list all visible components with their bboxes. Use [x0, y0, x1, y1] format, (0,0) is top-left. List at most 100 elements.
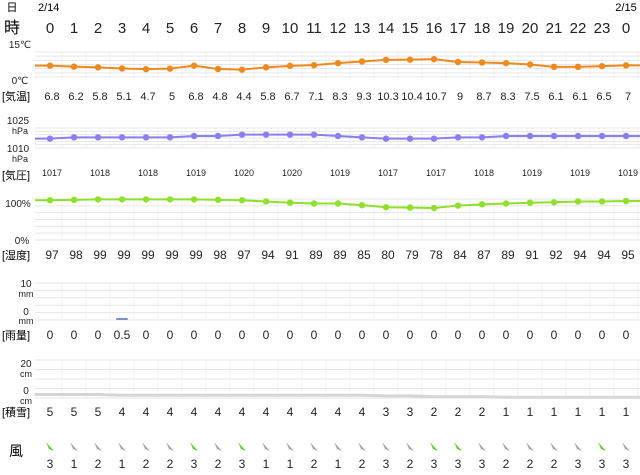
hour-tick-label: 22: [570, 20, 587, 37]
humidity-axis-top: 100%: [5, 199, 31, 210]
pressure-data-point: [598, 132, 606, 140]
temperature-data-point: [190, 62, 198, 69]
wind-arrow-icon: [286, 442, 294, 451]
pressure-value-label: 1017: [426, 168, 446, 178]
snow-value-label: 2: [431, 405, 438, 419]
pressure-value-label: 1019: [570, 168, 590, 178]
temperature-data-point: [142, 65, 150, 73]
wind-arrow-icon: [166, 442, 174, 451]
snow-value-label: 4: [287, 405, 294, 419]
temperature-value-label: 4.7: [140, 91, 155, 103]
temperature-data-point: [214, 65, 222, 73]
wind-arrow-icon: [358, 442, 366, 451]
wind-speed-label: 2: [407, 457, 414, 471]
wind-arrow-icon: [70, 442, 78, 451]
temperature-data-point: [598, 62, 606, 70]
pressure-panel: 1017 1018 1018 1019 1020 1020 1019 1017 1017 1018…: [7, 116, 640, 178]
humidity-data-point: [598, 198, 606, 205]
wind-arrow-icon: [526, 442, 534, 451]
hour-label: 時: [4, 19, 20, 37]
wind-arrow-icon: [502, 442, 510, 451]
humidity-data-point: [142, 196, 150, 203]
wind-arrow-icon: [334, 442, 342, 451]
humidity-data-point: [214, 196, 222, 204]
wind-speed-label: 3: [575, 457, 582, 471]
wind-arrow-icon: [262, 442, 270, 451]
snow-value-label: 4: [191, 405, 198, 419]
temperature-data-point: [334, 59, 342, 67]
rain-value-label: 0: [407, 328, 414, 342]
rain-value-label: 0: [479, 328, 486, 342]
rain-value-label: 0: [527, 328, 534, 342]
humidity-value-label: 97: [45, 248, 59, 262]
rain-value-label: 0: [47, 328, 54, 342]
humidity-data-point: [334, 200, 342, 207]
snow-value-label: 1: [575, 405, 582, 419]
humidity-value-label: 91: [525, 248, 539, 262]
temperature-value-label: 6.1: [572, 91, 587, 103]
rain-value-label: 0.5: [114, 328, 131, 342]
pressure-data-point: [550, 132, 558, 140]
pressure-value-label: 1019: [618, 168, 638, 178]
pressure-value-label: 1018: [474, 168, 494, 178]
snow-value-label: 5: [71, 405, 78, 419]
wind-arrow-icon: [598, 442, 606, 451]
rain-row-label: [雨量]: [2, 329, 30, 342]
humidity-value-label: 94: [597, 248, 611, 262]
humidity-value-label: 99: [189, 248, 203, 262]
rain-value-label: 0: [71, 328, 78, 342]
wind-speed-label: 2: [215, 457, 222, 471]
snow-value-label: 4: [263, 405, 270, 419]
temperature-data-point: [310, 61, 318, 69]
hour-tick-label: 15: [402, 20, 419, 37]
temp-row-label: [気温]: [2, 89, 30, 103]
humidity-value-label: 87: [477, 248, 491, 262]
humidity-value-label: 98: [69, 248, 83, 262]
humidity-panel: 97 98 99 99 99 99 99 98 97 94 91 89 89 85 80 79 78 84 87 89…: [5, 196, 640, 262]
pressure-value-label: 1020: [234, 168, 254, 178]
humidity-data-point: [46, 197, 54, 204]
hour-tick-label: 13: [354, 20, 371, 37]
temperature-value-label: 4.4: [236, 91, 251, 103]
day-label: 日: [7, 2, 18, 14]
pressure-data-point: [478, 134, 486, 141]
rain-value-label: 0: [551, 328, 558, 342]
temperature-value-label: 10.4: [401, 91, 422, 103]
hour-tick-label: 12: [330, 20, 347, 37]
pressure-data-point: [262, 131, 270, 138]
humidity-value-label: 78: [429, 248, 443, 262]
snow-panel: 5 5 5 4 4 4 4 4 4 4 4 4 4 4 3 3 2 2 2 1 1 1 1 1 120cm0cm: [20, 359, 640, 419]
humidity-value-label: 89: [309, 248, 323, 262]
snow-value-label: 5: [47, 405, 54, 419]
pressure-data-point: [502, 132, 510, 140]
pressure-data-point: [46, 135, 54, 142]
rain-value-label: 0: [359, 328, 366, 342]
snow-value-label: 3: [383, 405, 390, 419]
pressure-data-point: [94, 134, 102, 141]
pressure-data-point: [166, 134, 174, 141]
temperature-value-label: 8.3: [500, 91, 515, 103]
snow-value-label: 2: [479, 405, 486, 419]
hour-tick-label: 0: [622, 20, 630, 37]
snow-row-label: [積雪]: [2, 405, 30, 419]
rain-value-label: 0: [311, 328, 318, 342]
temperature-data-point: [238, 66, 246, 73]
snow-value-label: 4: [239, 405, 246, 419]
wind-speed-label: 3: [623, 457, 630, 471]
hour-tick-label: 17: [450, 20, 467, 37]
temperature-value-label: 6.2: [68, 91, 83, 103]
wind-speed-label: 2: [503, 457, 510, 471]
snow-value-label: 4: [119, 405, 126, 419]
snow-axis-top-unit: cm: [20, 369, 32, 379]
temperature-value-label: 5.8: [92, 91, 107, 103]
pressure-data-point: [214, 132, 222, 140]
rain-value-label: 0: [599, 328, 606, 342]
snow-value-label: 4: [335, 405, 342, 419]
humidity-value-label: 85: [357, 248, 371, 262]
hour-tick-label: 5: [166, 20, 174, 37]
rain-value-label: 0: [143, 328, 150, 342]
pressure-value-label: 1019: [330, 168, 350, 178]
snow-value-label: 1: [527, 405, 534, 419]
temperature-data-point: [94, 64, 102, 71]
pressure-axis-top-unit: hPa: [12, 126, 28, 136]
